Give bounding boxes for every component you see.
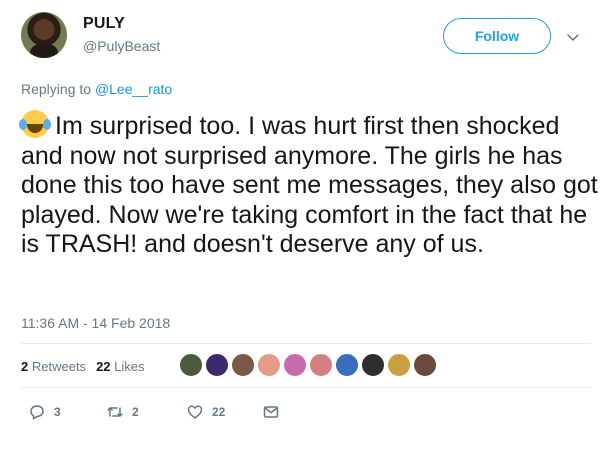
- reply-icon: [30, 405, 44, 420]
- heart-icon: [187, 405, 203, 419]
- retweet-action[interactable]: 2: [106, 403, 139, 421]
- envelope-icon: [263, 406, 279, 418]
- avatar[interactable]: [21, 12, 67, 58]
- display-name[interactable]: PULY: [83, 15, 125, 33]
- retweets-label: Retweets: [31, 359, 87, 374]
- likes-stat[interactable]: 22 Likes: [96, 359, 144, 374]
- replying-to: Replying to @Lee__rato: [21, 81, 172, 97]
- tweet-text: Im surprised too. I was hurt first then …: [19, 110, 601, 260]
- reply-action[interactable]: 3: [28, 403, 61, 421]
- tweet-stats: 2 Retweets 22 Likes: [21, 359, 145, 374]
- divider: [21, 343, 591, 344]
- divider: [21, 387, 591, 388]
- retweets-count: 2: [21, 359, 29, 374]
- liker-avatar[interactable]: [386, 352, 412, 378]
- tweet-timestamp[interactable]: 11:36 AM - 14 Feb 2018: [21, 315, 170, 331]
- liker-avatar[interactable]: [308, 352, 334, 378]
- liker-avatar[interactable]: [334, 352, 360, 378]
- liker-avatar[interactable]: [412, 352, 438, 378]
- direct-message-action[interactable]: [262, 403, 288, 421]
- tweet-body: Im surprised too. I was hurt first then …: [21, 112, 598, 258]
- liker-avatar[interactable]: [282, 352, 308, 378]
- liker-avatar[interactable]: [360, 352, 386, 378]
- likes-count: 22: [96, 359, 111, 374]
- reply-count: 3: [54, 405, 61, 419]
- liker-avatar[interactable]: [178, 352, 204, 378]
- like-action[interactable]: 22: [186, 403, 225, 421]
- replying-to-prefix: Replying to: [21, 81, 92, 97]
- liker-avatar[interactable]: [204, 352, 230, 378]
- retweets-stat[interactable]: 2 Retweets: [21, 359, 86, 374]
- retweet-icon: [107, 407, 123, 417]
- like-count: 22: [212, 405, 226, 419]
- reply-mention-link[interactable]: @Lee__rato: [95, 81, 172, 97]
- face-with-tears-of-joy-icon: [19, 110, 49, 138]
- chevron-down-icon[interactable]: [566, 30, 580, 44]
- liker-avatar[interactable]: [230, 352, 256, 378]
- liker-avatar[interactable]: [256, 352, 282, 378]
- follow-button[interactable]: Follow: [443, 18, 551, 54]
- user-handle[interactable]: @PulyBeast: [83, 38, 160, 54]
- retweet-count: 2: [132, 405, 139, 419]
- likes-label: Likes: [114, 359, 145, 374]
